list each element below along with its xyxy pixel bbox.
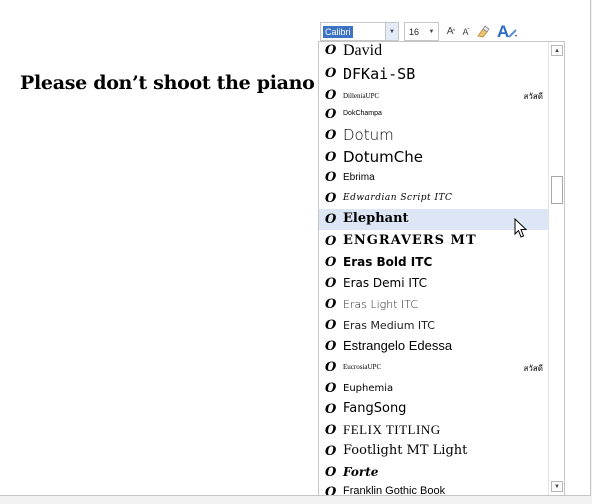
font-item-edwardian-script-itc[interactable]: O Edwardian Script ITC <box>319 188 549 209</box>
font-item-david[interactable]: O David <box>319 42 549 61</box>
scroll-thumb[interactable] <box>551 176 563 204</box>
svg-text:A: A <box>497 22 509 41</box>
shrink-font-icon[interactable]: Aˇ <box>459 22 473 41</box>
opentype-font-icon: O <box>325 339 337 354</box>
document-text[interactable]: Please don’t shoot the piano <box>20 72 340 94</box>
font-size-value[interactable]: 16 <box>409 27 419 37</box>
opentype-font-icon: O <box>325 191 337 206</box>
font-item-estrangelo-edessa[interactable]: O Estrangelo Edessa <box>319 336 549 357</box>
font-item-dilleniaupc[interactable]: O DilleniaUPC สวัสดี <box>319 87 549 105</box>
opentype-font-icon: O <box>325 88 337 103</box>
font-item-footlight-mt-light[interactable]: O Footlight MT Light <box>319 441 549 462</box>
font-item-eras-bold-itc[interactable]: O Eras Bold ITC <box>319 252 549 273</box>
font-item-euphemia[interactable]: O Euphemia <box>319 378 549 399</box>
opentype-font-icon: O <box>325 360 337 375</box>
opentype-font-icon: O <box>325 212 337 227</box>
font-item-dfkai-sb[interactable]: O DFKai-SB <box>319 63 549 85</box>
styles-icon[interactable]: A <box>494 22 522 41</box>
font-item-eras-light-itc[interactable]: O Eras Light ITC <box>319 294 549 315</box>
opentype-font-icon: O <box>325 444 337 459</box>
opentype-font-icon: O <box>325 150 337 165</box>
opentype-font-icon: O <box>325 465 337 480</box>
font-item-dotum[interactable]: O Dotum <box>319 125 549 146</box>
font-item-eucrosiaupc[interactable]: O EucrosiaUPC สวัสดี <box>319 357 549 378</box>
scroll-down-icon[interactable]: ▼ <box>551 481 563 492</box>
font-item-eras-demi-itc[interactable]: O Eras Demi ITC <box>319 273 549 294</box>
opentype-font-icon: O <box>325 423 337 438</box>
opentype-font-icon: O <box>325 318 337 333</box>
opentype-font-icon: O <box>325 234 337 249</box>
font-item-dotumche[interactable]: O DotumChe <box>319 147 549 168</box>
opentype-font-icon: O <box>325 255 337 270</box>
mouse-pointer-icon <box>514 218 528 238</box>
opentype-font-icon: O <box>325 107 337 122</box>
font-item-franklin-gothic-book[interactable]: O Franklin Gothic Book <box>319 483 549 496</box>
opentype-font-icon: O <box>325 402 337 417</box>
font-name-dropdown-button[interactable]: ▼ <box>385 23 398 40</box>
clear-formatting-icon[interactable] <box>475 22 491 41</box>
font-item-ebrima[interactable]: O Ebrima <box>319 169 549 187</box>
font-size-combobox[interactable]: 16 ▼ <box>404 22 439 41</box>
font-item-eras-medium-itc[interactable]: O Eras Medium ITC <box>319 315 549 336</box>
font-item-forte[interactable]: O Forte <box>319 462 549 483</box>
font-dropdown-list[interactable]: O David O DFKai-SB O DilleniaUPC สวัสดี … <box>318 41 565 496</box>
opentype-font-icon: O <box>325 485 337 496</box>
opentype-font-icon: O <box>325 66 337 81</box>
font-list-scrollbar[interactable]: ▲ ▼ <box>548 42 564 495</box>
font-item-dokchampa[interactable]: O DokChampa <box>319 106 549 124</box>
opentype-font-icon: O <box>325 276 337 291</box>
font-item-felix-titling[interactable]: O FELIX TITLING <box>319 420 549 441</box>
grow-font-icon[interactable]: A ^ <box>444 22 458 41</box>
scroll-up-icon[interactable]: ▲ <box>551 45 563 56</box>
font-name-combobox[interactable]: Calibri ▼ <box>320 22 399 41</box>
opentype-font-icon: O <box>325 128 337 143</box>
opentype-font-icon: O <box>325 170 337 185</box>
font-item-fangsong[interactable]: O FangSong <box>319 399 549 420</box>
opentype-font-icon: O <box>325 381 337 396</box>
opentype-font-icon: O <box>325 297 337 312</box>
font-name-value[interactable]: Calibri <box>323 25 353 38</box>
opentype-font-icon: O <box>325 43 337 58</box>
font-size-dropdown-button[interactable]: ▼ <box>425 23 438 40</box>
